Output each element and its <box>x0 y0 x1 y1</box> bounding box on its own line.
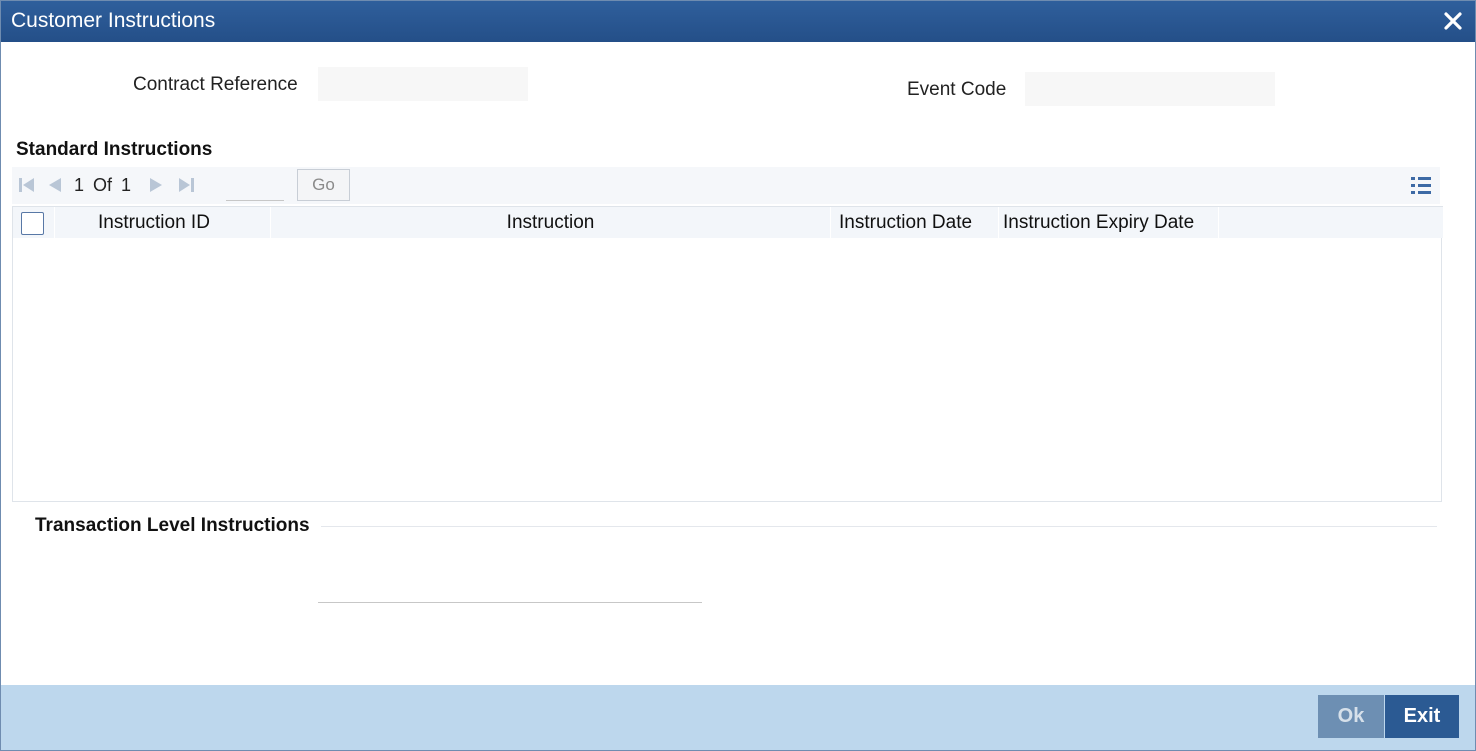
select-all-cell <box>13 207 55 239</box>
list-view-icon[interactable] <box>1410 175 1432 195</box>
close-icon[interactable] <box>1441 9 1465 33</box>
event-code-label: Event Code <box>907 79 1007 100</box>
section-divider <box>321 526 1437 527</box>
transaction-level-instructions-title: Transaction Level Instructions <box>35 515 310 536</box>
first-page-icon[interactable] <box>18 176 36 194</box>
customer-instructions-window: Customer Instructions Contract Reference… <box>0 0 1476 751</box>
last-page-icon[interactable] <box>177 176 195 194</box>
current-page: 1 <box>74 175 85 195</box>
grid-pager-toolbar: 1 Of 1 Go <box>12 167 1440 204</box>
contract-reference-field[interactable] <box>318 67 528 101</box>
event-code-field[interactable] <box>1025 72 1275 106</box>
total-pages: 1 <box>121 175 132 195</box>
footer-bar: Ok Exit <box>1 685 1475 750</box>
next-page-icon[interactable] <box>147 176 165 194</box>
title-bar: Customer Instructions <box>1 1 1475 42</box>
column-header-instruction-id[interactable]: Instruction ID <box>55 207 271 239</box>
ok-button[interactable]: Ok <box>1318 695 1384 738</box>
column-header-instruction-date[interactable]: Instruction Date <box>831 207 999 239</box>
select-all-checkbox[interactable] <box>21 212 44 235</box>
grid-header-row: Instruction ID Instruction Instruction D… <box>13 206 1443 239</box>
window-title: Customer Instructions <box>11 9 216 32</box>
column-header-instruction[interactable]: Instruction <box>271 207 831 239</box>
contract-reference-label: Contract Reference <box>133 74 298 95</box>
page-number-input[interactable] <box>226 171 284 201</box>
standard-instructions-title: Standard Instructions <box>16 139 213 160</box>
transaction-level-instructions-field[interactable] <box>318 571 702 603</box>
column-header-instruction-expiry-date[interactable]: Instruction Expiry Date <box>999 207 1219 239</box>
standard-instructions-grid: Instruction ID Instruction Instruction D… <box>12 206 1443 502</box>
exit-button[interactable]: Exit <box>1385 695 1459 738</box>
pager-of-label: Of <box>93 175 113 195</box>
go-button[interactable]: Go <box>297 169 350 201</box>
previous-page-icon[interactable] <box>46 176 64 194</box>
